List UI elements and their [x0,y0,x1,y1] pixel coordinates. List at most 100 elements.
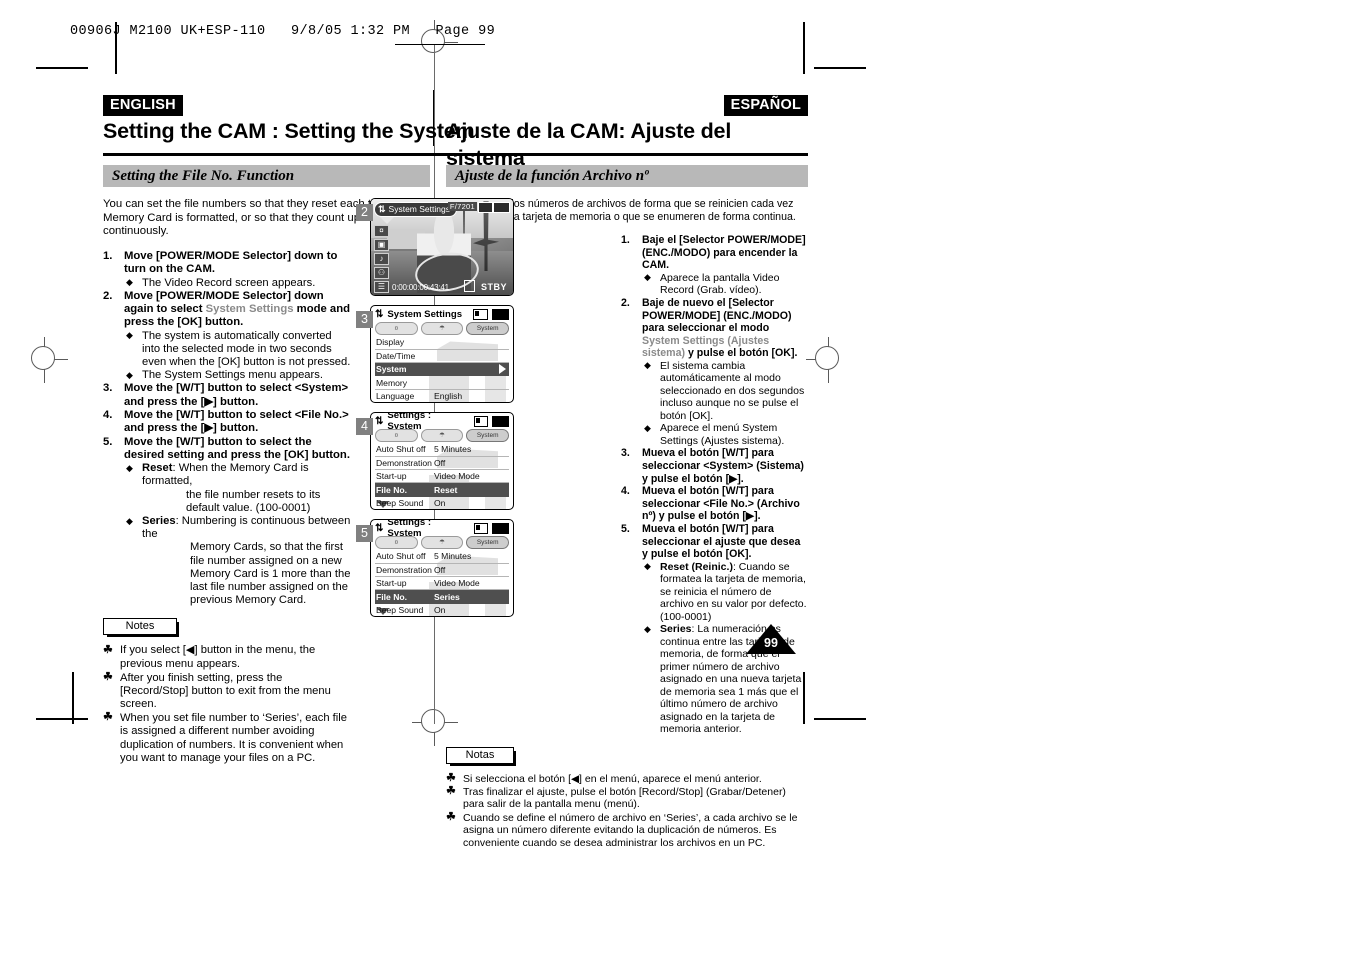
step-text: Baje de nuevo el [Selector POWER/MODE] (… [642,297,797,359]
menu-row[interactable]: Auto Shut off 5 Minutes [375,443,509,457]
menu-tab[interactable]: ☂ [420,322,464,336]
lcd-figure: 2 ⇅ System Settings ¤ ▣ ♪ ⚇ ☰ F/7201 0:00:00:00:4… [356,198,516,298]
definition-continuation: the file number resets to its default va… [186,488,321,514]
figure-step-number: 4 [356,418,373,436]
note-item: ☘ If you select [◀] button in the menu, t… [103,644,351,671]
osd-mode-rail-icon[interactable]: ▣ [374,239,389,252]
lcd-video-record-preview: ⇅ System Settings ¤ ▣ ♪ ⚇ ☰ F/7201 0:00:00:00:43… [370,198,514,297]
menu-title: System Settings [387,308,463,320]
menu-row[interactable]: Auto Shut off 5 Minutes [375,550,509,564]
menu-tab[interactable]: System [466,536,510,550]
menu-row[interactable]: Language English [375,390,509,403]
menu-row[interactable]: Beep Sound On [375,497,509,510]
menu-row[interactable]: Beep Sound On [375,604,509,617]
menu-row-value: On [434,497,446,508]
menu-row-label: Memory [376,377,408,388]
osd-memory-card-icon [478,202,497,214]
menu-row-value: Video Mode [434,471,480,482]
step-number: 3. [621,447,630,460]
menu-row-value: Series [434,591,460,602]
definition-term: Series [660,623,692,636]
menu-row[interactable]: System [375,362,509,377]
note-item: ☘ Cuando se define el número de archivo e… [446,811,808,850]
note-item: ☘ After you finish setting, press the [Re… [103,671,351,712]
step-sub-list: ◆ Aparece la pantalla Video Record (Grab.… [642,272,808,297]
menu-row-value: 5 Minutes [434,551,472,562]
menu-row-label: Start-up [376,471,407,482]
lcd-figure: 4 ⇅ Settings : System ¤ ☂ System Auto Shut off… [356,412,516,512]
menu-row[interactable]: File No. Reset [375,483,509,497]
step-definition-item: ◆ Reset (Reinic.): Cuando se formatea la … [642,561,808,624]
note-item: ☘ Tras finalizar el ajuste, pulse el botó… [446,785,808,811]
menu-tab[interactable]: ☂ [420,536,464,550]
lcd-menu-screen: ⇅ Settings : System ¤ ☂ System Auto Shut off 5… [370,519,514,618]
settings-sliders-icon: ⇅ [378,204,386,215]
note-text: After you finish setting, press the [Rec… [120,671,331,711]
step-sub-item: ◆ The system is automatically converted i… [124,330,351,370]
menu-header: ⇅ Settings : System [371,413,513,432]
menu-row[interactable]: Memory [375,376,509,390]
menu-tab[interactable]: ¤ [375,536,418,550]
registration-mark-right-middle [806,337,852,383]
menu-tab[interactable]: System [466,322,510,336]
menu-row-value: Reset [434,484,458,495]
definition-term: Reset (Reinic.) [660,560,733,573]
crop-mark-top-left-horizontal [36,67,88,69]
menu-row[interactable]: Start-up Video Mode [375,470,509,484]
menu-row-label: Date/Time [376,350,416,361]
menu-row-label: Beep Sound [376,604,424,615]
lcd-figure-stack: 2 ⇅ System Settings ¤ ▣ ♪ ⚇ ☰ F/7201 0:00:00:00:4… [356,198,516,626]
page-title-row: Setting the CAM : Setting the System Aju… [103,118,808,170]
step-number: 2. [621,296,630,309]
page-number: 99 [764,636,778,650]
step-sub-item: ◆ The System Settings menu appears. [124,369,351,382]
step-text: Move the [W/T] button to select the desi… [124,435,350,461]
menu-tab[interactable]: ¤ [375,322,418,336]
menu-row[interactable]: Start-up Video Mode [375,577,509,591]
menu-row-label: Display [376,337,405,348]
definition-term: Series [142,515,176,528]
crop-mark-bottom-right-horizontal [814,718,866,720]
step-item: 1. Baje el [Selector POWER/MODE] (ENC./MO… [621,234,808,297]
language-badge-english: ENGLISH [103,95,183,116]
language-badge-spanish: ESPAÑOL [723,95,808,116]
osd-mode-rail-icon[interactable]: ¤ [374,225,389,238]
step-item: 2. Baje de nuevo el [Selector POWER/MODE]… [621,297,808,447]
lcd-figure: 5 ⇅ Settings : System ¤ ☂ System Auto Shut off… [356,519,516,619]
menu-row[interactable]: Date/Time [375,350,509,363]
step-definition-list: ◆ Reset: When the Memory Card is formatte… [124,462,351,607]
menu-row-label: File No. [376,591,408,602]
menu-tab[interactable]: System [466,429,510,443]
battery-icon [492,308,509,320]
step-text: Mueva el botón [W/T] para seleccionar <S… [642,447,804,485]
osd-mode-rail-icon[interactable]: ⚇ [374,267,389,280]
memory-card-icon [473,415,489,427]
step-item: 3. Move the [W/T] button to select <Syste… [103,382,351,409]
registration-mark-left-middle [22,337,68,383]
menu-tab[interactable]: ¤ [375,429,418,443]
osd-mode-rail-icon[interactable]: ☰ [374,281,389,294]
osd-mode-rail[interactable]: ¤ ▣ ♪ ⚇ ☰ [374,225,389,294]
clover-bullet-icon: ☘ [103,643,113,656]
menu-row[interactable]: Demonstration Off [375,457,509,470]
menu-row[interactable]: Demonstration Off [375,564,509,577]
english-step-list: 1. Move [POWER/MODE Selector] down to tur… [103,250,351,608]
menu-row[interactable]: Display [375,336,509,350]
menu-row[interactable]: File No. Series [375,590,509,604]
step-sub-text: The system is automatically converted in… [142,329,351,369]
step-item: 4. Move the [W/T] button to select <File … [103,409,351,436]
slug-underline [395,44,485,45]
menu-row-value: Off [434,564,446,575]
diamond-bullet-icon: ◆ [644,272,651,283]
osd-mode-rail-icon[interactable]: ♪ [374,253,389,266]
osd-mode-pill[interactable]: ⇅ System Settings [374,202,457,218]
step-text: Move [POWER/MODE Selector] down to turn … [124,249,338,276]
step-number: 4. [103,409,113,422]
battery-icon [492,415,509,427]
step-sub-text: The System Settings menu appears. [142,369,323,382]
step-sub-text: The Video Record screen appears. [142,276,316,289]
step-text: Move [POWER/MODE Selector] down again to… [124,290,350,329]
menu-tab[interactable]: ☂ [420,429,464,443]
menu-row-label: Auto Shut off [376,444,426,455]
diamond-bullet-icon: ◆ [644,561,651,572]
